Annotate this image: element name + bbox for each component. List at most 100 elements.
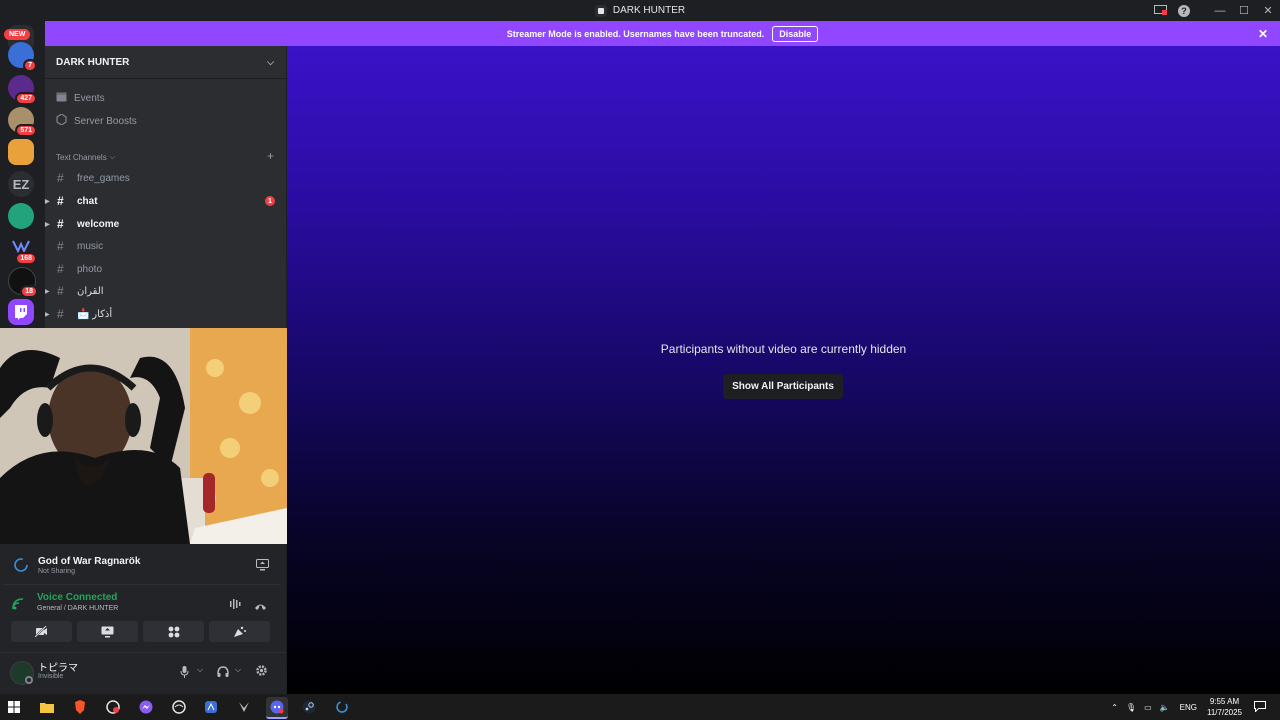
hash-icon: # (57, 217, 64, 231)
audio-options-chevron-icon[interactable]: ⌵ (235, 665, 241, 675)
status-indicator (25, 676, 33, 684)
channel-label: القران (77, 285, 104, 297)
share-screen-button[interactable] (77, 621, 138, 642)
steam-icon[interactable] (299, 697, 319, 717)
share-screen-icon (101, 626, 114, 637)
category-text-channels[interactable]: Text Channels ⌵ (56, 153, 115, 162)
headphones-icon[interactable] (217, 665, 229, 683)
system-tray: ⌃ 🎙 ▭ 🔈 ENG 9:55 AM 11/7/2025 (1111, 694, 1280, 720)
server-boosts-item[interactable]: Server Boosts (56, 112, 137, 130)
server-icon-3[interactable]: 571 (8, 107, 37, 137)
stream-game-icon[interactable] (256, 558, 269, 576)
twitch-server-icon[interactable] (8, 299, 34, 325)
hidden-participants-message: Participants without video are currently… (660, 342, 907, 356)
file-explorer-icon[interactable] (37, 697, 57, 717)
maximize-button[interactable]: ☐ (1232, 0, 1256, 21)
channel-photo[interactable]: # photo (53, 259, 279, 279)
streamer-mode-text: Streamer Mode is enabled. Usernames have… (506, 28, 765, 39)
server-icon-6[interactable] (8, 203, 34, 229)
server-boosts-label: Server Boosts (74, 115, 137, 127)
svg-text:EZ: EZ (13, 177, 30, 192)
events-item[interactable]: Events (56, 89, 105, 107)
server-name: DARK HUNTER (56, 56, 130, 68)
channel-label: welcome (77, 218, 120, 230)
voice-status: Voice Connected (37, 592, 118, 603)
channel-adhkar[interactable]: ▶ # 📩 أذكار (45, 304, 279, 324)
title-bar: DARK HUNTER ? — ☐ ✕ (0, 0, 1280, 21)
minimize-button[interactable]: — (1208, 0, 1232, 21)
webcam-image (0, 328, 287, 544)
channel-welcome[interactable]: ▶ # welcome (45, 214, 279, 234)
server-icon-7[interactable]: 168 (8, 235, 37, 265)
microphone-tray-icon[interactable]: 🎙 (1126, 703, 1136, 712)
soundboard-button[interactable] (209, 621, 270, 642)
channel-label: photo (77, 263, 103, 275)
close-window-button[interactable]: ✕ (1256, 0, 1280, 21)
windows-taskbar: ⌃ 🎙 ▭ 🔈 ENG 9:55 AM 11/7/2025 (0, 694, 1280, 720)
channel-chat[interactable]: ▶ # chat 1 (45, 191, 279, 211)
windows-start-icon[interactable] (4, 697, 24, 717)
camera-off-icon (35, 626, 47, 637)
server-icon-5[interactable]: EZ (8, 171, 34, 197)
settings-gear-icon[interactable] (255, 664, 268, 682)
brave-browser-icon[interactable] (70, 697, 90, 717)
volume-icon[interactable]: 🔈 (1160, 703, 1170, 712)
clock[interactable]: 9:55 AM 11/7/2025 (1207, 696, 1242, 718)
voice-channel[interactable]: General / DARK HUNTER (37, 605, 118, 612)
category-label: Text Channels (56, 153, 107, 162)
server-icon-2[interactable]: 427 (8, 75, 37, 105)
streamer-mode-banner: Streamer Mode is enabled. Usernames have… (45, 21, 1280, 46)
voice-stage: Participants without video are currently… (287, 46, 1280, 694)
chevron-down-icon: ⌵ (109, 153, 116, 161)
hash-icon: # (57, 171, 64, 185)
channel-label: music (77, 240, 104, 252)
notifications-icon[interactable] (1254, 700, 1266, 714)
screen-share-icon[interactable] (1148, 0, 1172, 21)
unread-badge: 168 (15, 252, 37, 265)
soundboard-icon (234, 626, 246, 637)
channel-label: 📩 أذكار (77, 308, 113, 320)
loading-ring-icon (13, 557, 29, 578)
events-label: Events (74, 92, 105, 104)
network-icon[interactable]: ▭ (1144, 703, 1152, 712)
server-icon-1[interactable]: 7 (8, 42, 37, 72)
webcam-preview (0, 328, 287, 544)
server-logo-icon (594, 4, 607, 17)
disconnect-icon[interactable] (254, 598, 267, 616)
server-icon-8[interactable]: 18 (8, 267, 38, 298)
add-channel-icon[interactable]: + (267, 149, 274, 163)
app-icon-7[interactable] (201, 697, 221, 717)
app-icon-4[interactable] (103, 697, 123, 717)
show-all-participants-button[interactable]: Show All Participants (723, 374, 843, 399)
mic-options-chevron-icon[interactable]: ⌵ (197, 665, 203, 675)
new-badge: NEW (4, 29, 31, 40)
username[interactable]: トピラマ (38, 659, 78, 674)
window-title-text: DARK HUNTER (612, 5, 686, 16)
channel-music[interactable]: # music (53, 236, 279, 256)
server-icon-4[interactable] (8, 139, 34, 165)
activities-button[interactable] (143, 621, 204, 642)
camera-off-button[interactable] (11, 621, 72, 642)
disable-streamer-mode-button[interactable]: Disable (772, 25, 819, 42)
caret-right-icon: ▶ (45, 311, 50, 318)
calendar-icon (56, 91, 67, 105)
app-icon-6[interactable] (169, 697, 189, 717)
current-user: トピラマ Invisible ⌵ ⌵ (0, 652, 286, 695)
app-icon-11[interactable] (332, 697, 352, 717)
channel-quran[interactable]: ▶ # القران (45, 281, 279, 301)
unread-badge: 18 (20, 285, 38, 298)
messenger-icon[interactable] (136, 697, 156, 717)
mention-badge: 1 (265, 196, 275, 206)
microphone-icon[interactable] (180, 665, 189, 683)
server-header[interactable]: DARK HUNTER ⌵ (45, 46, 286, 79)
noise-suppression-icon[interactable] (229, 597, 243, 615)
hash-icon: # (57, 307, 64, 321)
discord-taskbar-icon[interactable] (266, 697, 288, 719)
show-hidden-icons-chevron-icon[interactable]: ⌃ (1111, 703, 1118, 712)
signal-icon (12, 597, 26, 615)
app-icon-8[interactable] (234, 697, 254, 717)
help-icon[interactable]: ? (1172, 0, 1196, 21)
language-indicator[interactable]: ENG (1180, 703, 1197, 712)
close-banner-icon[interactable]: ✕ (1258, 27, 1268, 41)
channel-free-games[interactable]: # free_games (53, 168, 279, 188)
